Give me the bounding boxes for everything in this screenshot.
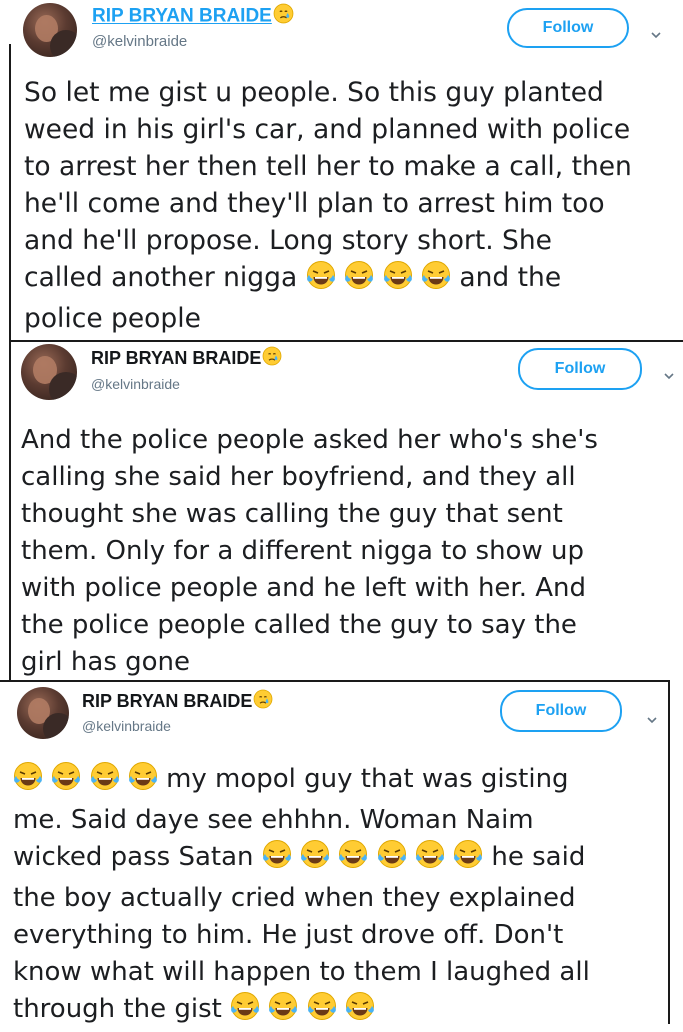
tweet-line: the police people called the guy to say … [21,610,577,640]
collage-divider [668,680,670,1024]
handle[interactable]: @kelvinbraide [82,718,171,734]
tears-of-joy-icon [338,839,368,880]
tears-of-joy-icon [230,991,260,1032]
collage-divider [9,340,11,680]
tweet-line: with police people and he left with her.… [21,573,587,603]
laugh-emoji-run [262,840,492,872]
laugh-emoji-run [230,992,375,1024]
tears-of-joy-icon [344,260,374,300]
tweet-line-with-emoji: my mopol guy that was gisting [13,761,663,802]
tears-of-joy-icon [421,260,451,300]
display-name-text: RIP BRYAN BRAIDE [82,691,253,711]
tweet-line: through the gist [13,994,222,1024]
tweet-line: And the police people asked her who's sh… [21,425,598,455]
tweet-line: calling she said her boyfriend, and they… [21,462,576,492]
tweet-line: know what will happen to them I laughed … [13,957,590,987]
tweet-line: me. Said daye see ehhhn. Woman Naim [13,805,534,835]
laugh-emoji-run [306,261,460,293]
avatar[interactable] [23,3,77,57]
tweet-line-with-emoji: through the gist [13,991,663,1032]
tears-of-joy-icon [415,839,445,880]
tweet-line: the boy actually cried when they explain… [13,883,576,913]
display-name[interactable]: RIP BRYAN BRAIDE [82,689,273,714]
crying-face-icon [253,689,273,714]
tweet-line-with-emoji: wicked pass Satan he said [13,839,663,880]
tweet-text: And the police people asked her who's sh… [21,422,681,681]
crying-face-icon [262,346,282,371]
chevron-down-icon[interactable] [651,24,661,39]
tears-of-joy-icon [268,991,298,1032]
tears-of-joy-icon [383,260,413,300]
avatar[interactable] [17,687,69,739]
crying-face-icon [273,3,294,30]
tweet-line: police people [24,303,201,334]
display-name-text: RIP BRYAN BRAIDE [92,5,272,27]
display-name[interactable]: RIP BRYAN BRAIDE [92,3,294,30]
chevron-down-icon[interactable] [664,365,674,380]
tweet-line: to arrest her then tell her to make a ca… [24,151,632,182]
tweet-line: girl has gone [21,647,191,677]
tweet-line: wicked pass Satan [13,842,254,872]
tears-of-joy-icon [306,260,336,300]
tweet-line: my mopol guy that was gisting [166,764,569,794]
collage-divider [9,44,11,342]
tweet-card-1: RIP BRYAN BRAIDE @kelvinbraide Follow So… [0,0,683,340]
tears-of-joy-icon [453,839,483,880]
tears-of-joy-icon [300,839,330,880]
handle[interactable]: @kelvinbraide [92,33,187,50]
tweet-line: thought she was calling the guy that sen… [21,499,563,529]
tweet-line: So let me gist u people. So this guy pla… [24,77,604,108]
follow-button[interactable]: Follow [500,690,622,732]
avatar[interactable] [21,344,77,400]
tweet-line: them. Only for a different nigga to show… [21,536,584,566]
tweet-line: weed in his girl's car, and planned with… [24,114,631,145]
tweet-line: and the [459,262,562,293]
tweet-line: everything to him. He just drove off. Do… [13,920,564,950]
tears-of-joy-icon [345,991,375,1032]
tweet-line: he'll come and they'll plan to arrest hi… [24,188,605,219]
tears-of-joy-icon [51,761,81,802]
tweet-line: and he'll propose. Long story short. She [24,225,552,256]
tears-of-joy-icon [90,761,120,802]
tears-of-joy-icon [377,839,407,880]
tears-of-joy-icon [262,839,292,880]
chevron-down-icon[interactable] [647,709,657,724]
tears-of-joy-icon [128,761,158,802]
tweet-line-with-emoji: called another nigga and the [24,259,674,300]
tweet-line: he said [491,842,586,872]
display-name[interactable]: RIP BRYAN BRAIDE [91,346,282,371]
laugh-emoji-run [13,762,166,794]
tweet-card-3: RIP BRYAN BRAIDE @kelvinbraide Follow my… [0,680,670,1024]
collage-divider [0,680,670,682]
tears-of-joy-icon [307,991,337,1032]
handle[interactable]: @kelvinbraide [91,376,180,392]
tweet-line: called another nigga [24,262,298,293]
follow-button[interactable]: Follow [507,8,629,48]
tweet-card-2: RIP BRYAN BRAIDE @kelvinbraide Follow An… [0,340,683,680]
collage-divider [9,340,683,342]
tweet-text: my mopol guy that was gisting me. Said d… [13,761,663,1032]
tweet-text: So let me gist u people. So this guy pla… [24,74,674,337]
follow-button[interactable]: Follow [518,348,642,390]
tears-of-joy-icon [13,761,43,802]
display-name-text: RIP BRYAN BRAIDE [91,348,262,368]
